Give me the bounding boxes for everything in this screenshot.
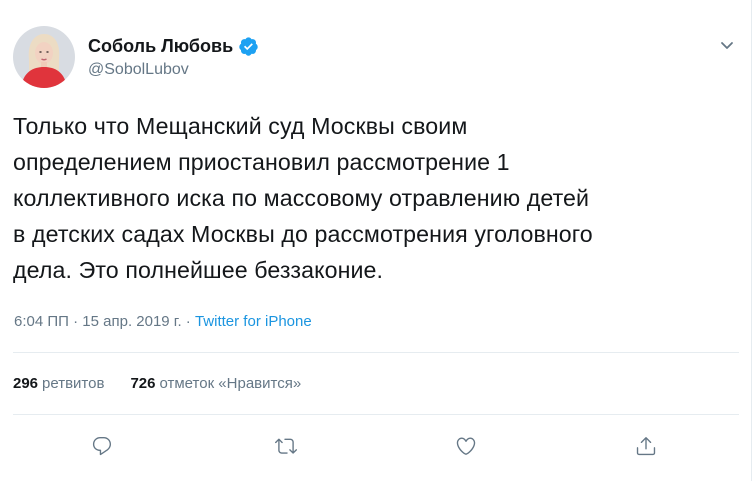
- likes-stat[interactable]: 726 отметок «Нравится»: [130, 375, 301, 392]
- tweet-header: Соболь Любовь @SobolLubov: [13, 23, 739, 91]
- divider: [13, 352, 739, 353]
- share-icon: [636, 437, 656, 456]
- share-button[interactable]: [631, 431, 661, 461]
- tweet-meta: 6:04 ПП · 15 апр. 2019 г. · Twitter for …: [14, 313, 312, 330]
- author-handle[interactable]: @SobolLubov: [88, 61, 259, 79]
- retweet-icon: [275, 438, 297, 454]
- meta-separator: ·: [181, 313, 195, 330]
- retweet-button[interactable]: [271, 431, 301, 461]
- name-row: Соболь Любовь: [88, 35, 259, 57]
- chevron-down-icon[interactable]: [717, 35, 737, 55]
- tweet-time[interactable]: 6:04 ПП: [14, 313, 69, 330]
- retweets-stat[interactable]: 296 ретвитов: [13, 375, 104, 392]
- tweet-stats: 296 ретвитов 726 отметок «Нравится»: [13, 375, 327, 392]
- divider: [13, 414, 739, 415]
- meta-separator: ·: [68, 313, 83, 330]
- tweet-text: Только что Мещанский суд Москвы своим оп…: [13, 113, 593, 283]
- likes-label: отметок «Нравится»: [159, 375, 302, 392]
- reply-button[interactable]: [87, 431, 117, 461]
- like-button[interactable]: [451, 431, 481, 461]
- avatar-image: [13, 26, 75, 88]
- tweet-actions: [0, 431, 752, 461]
- avatar[interactable]: [13, 26, 75, 88]
- retweets-count: 296: [13, 375, 39, 392]
- tweet-source-link[interactable]: Twitter for iPhone: [195, 313, 312, 330]
- author-names: Соболь Любовь @SobolLubov: [88, 35, 259, 79]
- verified-badge-icon: [238, 36, 259, 57]
- tweet-date[interactable]: 15 апр. 2019 г.: [82, 313, 181, 330]
- tweet-card: Соболь Любовь @SobolLubov Только что Мещ…: [0, 0, 752, 481]
- likes-count: 726: [130, 375, 156, 392]
- reply-icon: [92, 437, 112, 456]
- retweets-label: ретвитов: [42, 375, 105, 392]
- author-name[interactable]: Соболь Любовь: [88, 36, 233, 57]
- heart-icon: [456, 437, 476, 455]
